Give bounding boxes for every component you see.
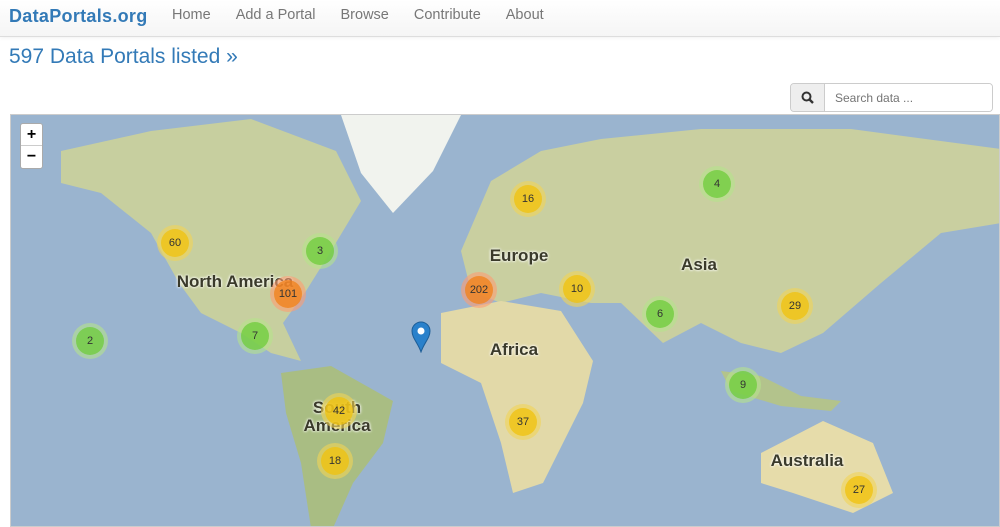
zoom-in-button[interactable]: + <box>21 124 42 146</box>
marker-cluster[interactable]: 4 <box>699 166 735 202</box>
cluster-count: 60 <box>161 229 189 257</box>
search-button[interactable] <box>791 84 825 111</box>
marker-cluster[interactable]: 6 <box>642 296 678 332</box>
cluster-count: 16 <box>514 185 542 213</box>
cluster-count: 202 <box>465 276 493 304</box>
label-europe: Europe <box>489 246 549 265</box>
marker-cluster[interactable]: 7 <box>237 318 273 354</box>
search-input[interactable] <box>825 84 992 111</box>
marker-cluster[interactable]: 37 <box>505 404 541 440</box>
cluster-count: 2 <box>76 327 104 355</box>
cluster-count: 42 <box>325 397 353 425</box>
cluster-count: 9 <box>729 371 757 399</box>
marker-cluster[interactable]: 2 <box>72 323 108 359</box>
navbar: DataPortals.org Home Add a Portal Browse… <box>0 0 1000 37</box>
nav-about[interactable]: About <box>506 7 544 23</box>
marker-cluster[interactable]: 27 <box>841 472 877 508</box>
marker-cluster[interactable]: 18 <box>317 443 353 479</box>
zoom-control: + − <box>20 123 43 169</box>
marker-cluster[interactable]: 60 <box>157 225 193 261</box>
nav-links: Home Add a Portal Browse Contribute Abou… <box>172 7 569 23</box>
marker-cluster[interactable]: 9 <box>725 367 761 403</box>
nav-contribute[interactable]: Contribute <box>414 7 481 23</box>
label-africa: Africa <box>489 340 539 359</box>
cluster-count: 7 <box>241 322 269 350</box>
cluster-count: 4 <box>703 170 731 198</box>
marker-cluster[interactable]: 202 <box>461 272 497 308</box>
marker-cluster[interactable]: 101 <box>270 276 306 312</box>
marker-cluster[interactable]: 3 <box>302 233 338 269</box>
search-box <box>790 83 993 112</box>
portal-count-link[interactable]: 597 Data Portals listed » <box>9 45 238 69</box>
world-map[interactable]: + − North America Europe Asia Africa Sou… <box>10 114 1000 527</box>
cluster-count: 10 <box>563 275 591 303</box>
cluster-count: 27 <box>845 476 873 504</box>
nav-add-portal[interactable]: Add a Portal <box>236 7 316 23</box>
marker-cluster[interactable]: 29 <box>777 288 813 324</box>
brand-link[interactable]: DataPortals.org <box>9 6 148 27</box>
cluster-count: 3 <box>306 237 334 265</box>
marker-cluster[interactable]: 10 <box>559 271 595 307</box>
marker-cluster[interactable]: 42 <box>321 393 357 429</box>
cluster-count: 6 <box>646 300 674 328</box>
map-tiles <box>61 115 999 526</box>
label-australia: Australia <box>770 451 844 470</box>
label-asia: Asia <box>681 255 717 274</box>
zoom-out-button[interactable]: − <box>21 146 42 168</box>
cluster-count: 101 <box>274 280 302 308</box>
nav-browse[interactable]: Browse <box>341 7 389 23</box>
cluster-count: 37 <box>509 408 537 436</box>
cluster-count: 29 <box>781 292 809 320</box>
search-icon <box>801 91 814 104</box>
marker-cluster[interactable]: 16 <box>510 181 546 217</box>
cluster-count: 18 <box>321 447 349 475</box>
land-africa <box>441 301 593 493</box>
nav-home[interactable]: Home <box>172 7 211 23</box>
